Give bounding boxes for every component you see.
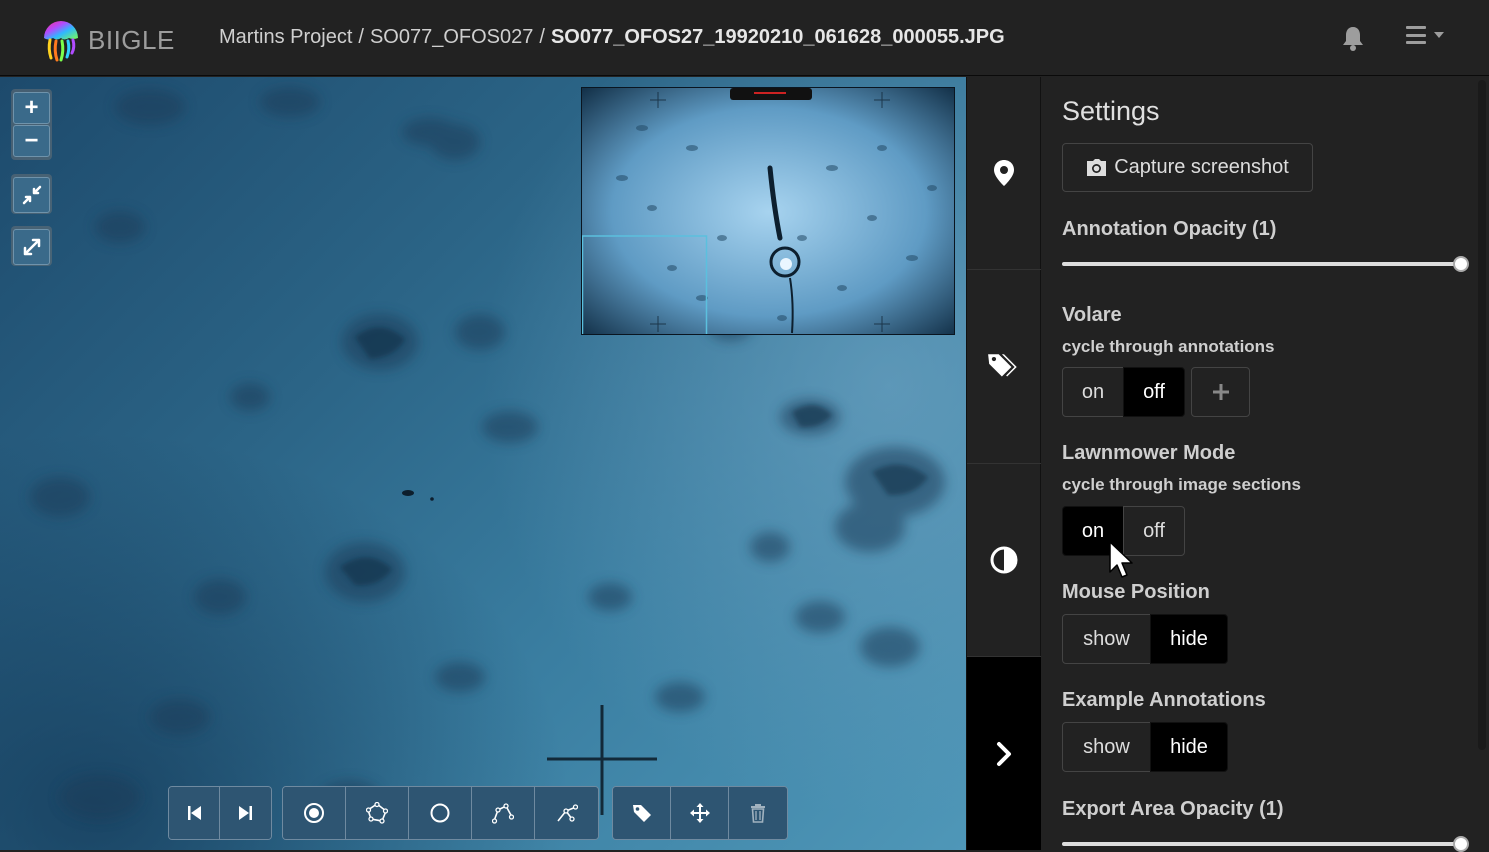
settings-panel: Settings Capture screenshot Annotation O…	[1041, 77, 1489, 852]
mouse-position-label: Mouse Position	[1062, 581, 1210, 603]
adjust-contrast-icon	[990, 546, 1018, 574]
annotation-canvas[interactable]: + −	[0, 77, 966, 850]
caret-down-icon	[1434, 32, 1444, 38]
compress-icon	[22, 185, 41, 205]
tag-icon	[632, 805, 651, 822]
volare-off-button[interactable]: off	[1123, 367, 1185, 417]
annotation-opacity-label: Annotation Opacity (1)	[1062, 218, 1277, 240]
mouse-position-show-button[interactable]: show	[1062, 614, 1151, 664]
navbar: BIIGLE Martins Project / SO077_OFOS027/SO0…	[0, 0, 1489, 76]
breadcrumb-separator: /	[358, 26, 364, 48]
line-string-icon	[492, 803, 514, 824]
map-marker-icon	[994, 160, 1014, 186]
draw-polygon-button[interactable]	[346, 787, 409, 839]
draw-line-string-button[interactable]	[472, 787, 535, 839]
point-icon	[304, 803, 324, 823]
plus-icon	[1212, 384, 1229, 400]
example-annotations-show-button[interactable]: show	[1062, 722, 1151, 772]
slider-thumb[interactable]	[1453, 256, 1469, 272]
zoom-control: + −	[11, 89, 52, 160]
mouse-position-hide-button[interactable]: hide	[1150, 614, 1228, 664]
mouse-position-toggle-group: show hide	[1062, 614, 1228, 664]
zoom-in-button[interactable]: +	[13, 92, 50, 124]
volare-help-text: cycle through annotations	[1062, 337, 1275, 356]
attach-label-button[interactable]	[613, 787, 671, 839]
example-annotations-hide-button[interactable]: hide	[1150, 722, 1228, 772]
breadcrumb-separator: /	[539, 26, 545, 48]
breadcrumb-image-name: SO077_OFOS27_19920210_061628_000055.JPG	[550, 26, 1005, 48]
brand-logo-link[interactable]: BIIGLE	[42, 18, 175, 62]
step-forward-icon	[238, 806, 252, 820]
magic-wand-icon	[556, 804, 578, 822]
previous-image-button[interactable]	[169, 787, 220, 839]
draw-circle-button[interactable]	[409, 787, 472, 839]
biigle-jellyfish-logo-icon	[44, 21, 78, 62]
step-backward-icon	[188, 806, 201, 820]
next-image-button[interactable]	[220, 787, 271, 839]
breadcrumb-project-link[interactable]: Martins Project	[219, 26, 352, 48]
settings-scrollbar[interactable]	[1478, 80, 1486, 750]
example-annotations-label: Example Annotations	[1062, 689, 1266, 711]
zoom-out-button[interactable]: −	[13, 125, 50, 157]
tab-annotations[interactable]	[967, 77, 1041, 270]
tags-icon	[988, 353, 1017, 377]
user-menu-dropdown[interactable]	[1406, 26, 1444, 44]
sidebar-tabs	[966, 77, 1041, 850]
capture-screenshot-button[interactable]: Capture screenshot	[1062, 143, 1313, 192]
volare-on-button[interactable]: on	[1062, 367, 1124, 417]
move-annotation-button[interactable]	[671, 787, 729, 839]
lawnmower-off-button[interactable]: off	[1123, 506, 1185, 556]
edit-toolbar	[612, 786, 788, 840]
arrows-move-icon	[689, 803, 710, 823]
trash-icon	[751, 804, 765, 823]
lawnmower-toggle-group: on off	[1062, 506, 1185, 556]
breadcrumb-volume-link[interactable]: SO077_OFOS027	[370, 26, 533, 48]
tab-color-adjustment[interactable]	[967, 464, 1041, 657]
draw-point-button[interactable]	[283, 787, 346, 839]
volare-add-button[interactable]	[1191, 367, 1250, 417]
camera-icon	[1087, 158, 1107, 176]
draw-magic-wand-button[interactable]	[535, 787, 598, 839]
lawnmower-mode-label: Lawnmower Mode	[1062, 442, 1236, 464]
volare-toggle-group: on off	[1062, 367, 1185, 417]
fullscreen-control	[11, 226, 52, 266]
polygon-icon	[366, 802, 388, 824]
settings-title: Settings	[1062, 96, 1160, 126]
hamburger-menu-icon	[1406, 26, 1426, 44]
example-annotations-toggle-group: show hide	[1062, 722, 1228, 772]
image-navigation-toolbar	[168, 786, 272, 840]
annotation-opacity-slider[interactable]	[1062, 256, 1469, 272]
minimap[interactable]	[581, 87, 955, 335]
collapse-sidebar-button[interactable]	[967, 657, 1041, 850]
tab-labels[interactable]	[967, 270, 1041, 464]
zoom-to-extent-button[interactable]	[13, 177, 50, 213]
lawnmower-help-text: cycle through image sections	[1062, 475, 1302, 494]
breadcrumb: Martins Project / SO077_OFOS027/SO077_OFOS…	[219, 26, 1005, 49]
chevron-right-icon	[997, 741, 1011, 766]
delete-annotation-button[interactable]	[729, 787, 787, 839]
bell-icon[interactable]	[1340, 24, 1366, 52]
brand-name: BIIGLE	[88, 24, 175, 55]
minimap-overview-image	[582, 88, 954, 334]
drawing-toolbar	[282, 786, 599, 840]
lawnmower-on-button[interactable]: on	[1062, 506, 1124, 556]
circle-icon	[430, 803, 450, 823]
capture-screenshot-label: Capture screenshot	[1114, 156, 1289, 178]
volare-label: Volare	[1062, 304, 1122, 326]
zoom-to-extent-control	[11, 174, 52, 214]
fullscreen-button[interactable]	[13, 229, 50, 265]
export-area-opacity-label: Export Area Opacity (1)	[1062, 798, 1284, 820]
expand-icon	[23, 238, 40, 256]
